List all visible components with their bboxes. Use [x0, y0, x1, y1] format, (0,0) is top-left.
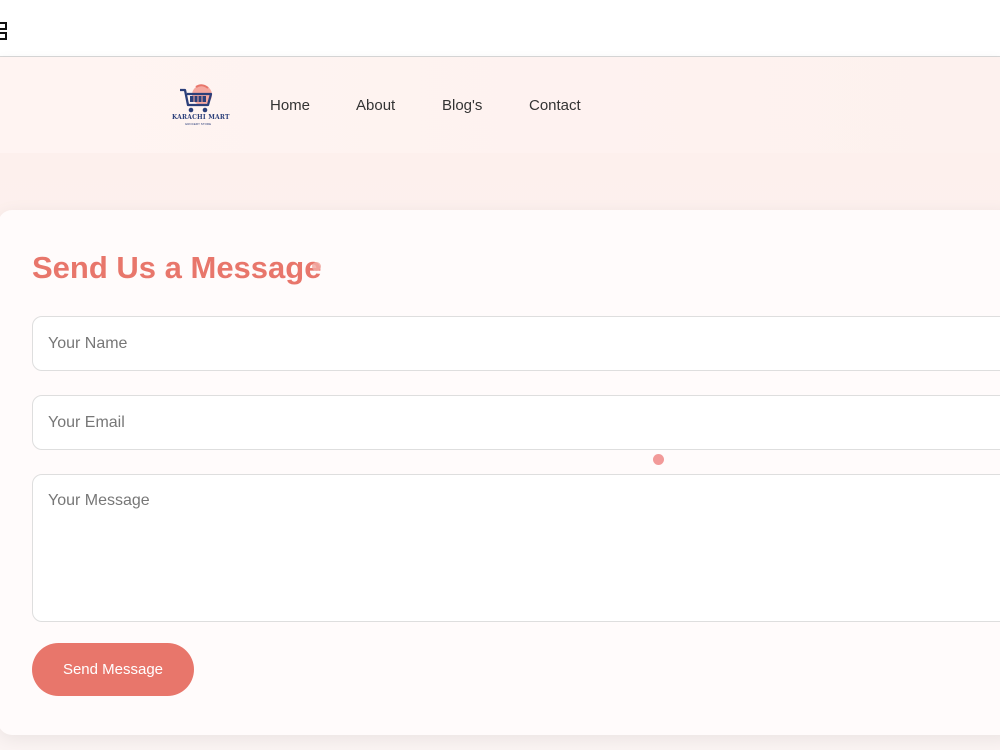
- top-bar: [0, 0, 1000, 57]
- email-input[interactable]: [32, 395, 1000, 450]
- name-input[interactable]: [32, 316, 1000, 371]
- brand-tagline: GROCERY STORE: [184, 122, 212, 126]
- form-title: Send Us a Message: [32, 250, 322, 285]
- send-message-button[interactable]: Send Message: [32, 643, 194, 696]
- decorative-dot: [312, 262, 321, 271]
- main-navbar: KARACHI MART GROCERY STORE Home About Bl…: [0, 57, 1000, 153]
- nav-contact[interactable]: Contact: [529, 97, 581, 114]
- brand-name: KARACHI MART: [172, 114, 230, 121]
- grid-icon[interactable]: [0, 22, 9, 40]
- shopping-cart-logo-icon: [180, 84, 213, 113]
- nav-blogs[interactable]: Blog's: [442, 97, 482, 114]
- brand-logo[interactable]: KARACHI MART GROCERY STORE: [172, 83, 230, 127]
- decorative-floating-dot: [653, 454, 664, 465]
- message-textarea[interactable]: [32, 474, 1000, 622]
- nav-home[interactable]: Home: [270, 97, 310, 114]
- nav-about[interactable]: About: [356, 97, 395, 114]
